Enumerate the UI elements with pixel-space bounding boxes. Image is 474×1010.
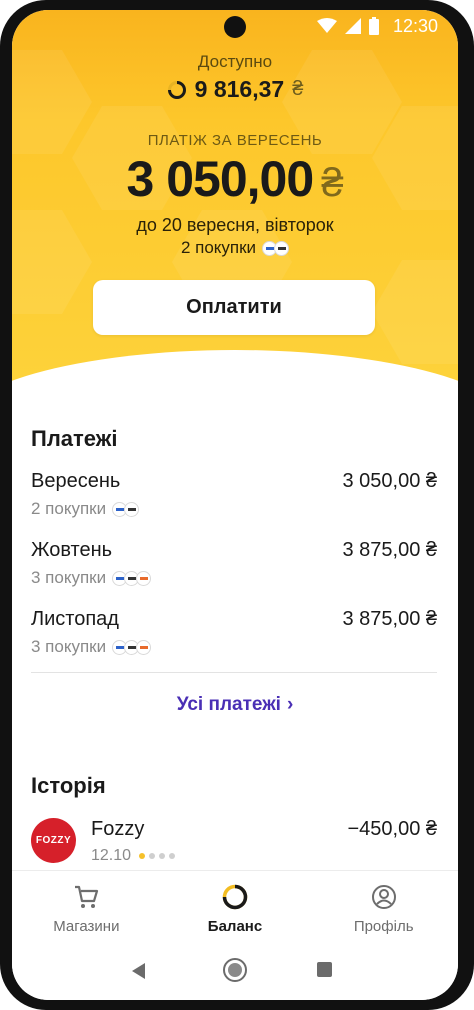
nav-label: Магазини	[53, 918, 120, 935]
payment-month: Жовтень	[31, 539, 113, 561]
pay-button[interactable]: Оплатити	[93, 280, 375, 335]
header-curve	[12, 350, 458, 382]
camera-cutout	[224, 16, 246, 38]
hexagon-pattern	[372, 260, 458, 364]
payment-label: ПЛАТІЖ ЗА ВЕРЕСЕНЬ	[147, 132, 323, 149]
nav-label: Баланс	[207, 918, 263, 935]
history-date: 12.10	[91, 847, 132, 864]
payment-sum: 3 050,00 ₴	[342, 470, 437, 492]
payment-purchases-count: 2 покупки	[180, 238, 257, 257]
merchant-icons	[112, 570, 152, 586]
balance-ring-icon	[167, 80, 186, 99]
payment-sub: 3 покупки	[31, 637, 152, 657]
battery-icon	[368, 17, 379, 35]
payment-amount: 3 050,00	[126, 151, 315, 207]
installment-progress	[139, 853, 176, 859]
home-icon[interactable]	[223, 958, 247, 982]
merchant-icons	[262, 240, 290, 256]
history-merchant-name[interactable]: Fozzy	[91, 818, 144, 841]
payment-purchases: 2 покупки	[12, 238, 458, 258]
all-payments-label: Усі платежі	[176, 694, 281, 715]
fozzy-logo: FOZZY	[31, 818, 76, 863]
payment-purchases-count: 3 покупки	[31, 637, 107, 656]
payment-purchases-count: 2 покупки	[31, 499, 107, 518]
balance-ring-icon	[221, 883, 249, 911]
payment-row-november[interactable]: Листопад 3 875,00 ₴ 3 покупки	[31, 608, 437, 662]
store-logo-icon	[274, 240, 290, 256]
divider	[31, 672, 437, 673]
bottom-nav: Магазини Баланс Профіль	[12, 870, 458, 942]
progress-dot-paid	[139, 853, 146, 859]
nav-label: Профіль	[353, 918, 414, 935]
device-frame: 12:30 Доступно 9 816,37 ₴ ПЛАТІЖ ЗА ВЕРЕ…	[0, 0, 474, 1010]
payment-sub: 2 покупки	[31, 499, 140, 519]
app-screen: 12:30 Доступно 9 816,37 ₴ ПЛАТІЖ ЗА ВЕРЕ…	[12, 10, 458, 1000]
shop-logo-icon	[136, 639, 152, 655]
payment-currency: ₴	[321, 161, 344, 205]
payment-purchases-count: 3 покупки	[31, 568, 107, 587]
history-title: Історія	[31, 773, 106, 798]
payment-amount-row: 3 050,00 ₴	[12, 150, 458, 208]
profile-icon	[370, 883, 398, 911]
signal-icon	[344, 18, 361, 34]
status-icons: 12:30	[316, 15, 438, 37]
cart-icon	[72, 883, 100, 911]
available-value: 9 816,37	[194, 76, 285, 102]
chevron-right-icon: ›	[286, 694, 294, 715]
history-amount: −450,00 ₴	[347, 818, 437, 840]
payment-sub: 3 покупки	[31, 568, 152, 588]
all-payments-link[interactable]: Усі платежі ›	[12, 694, 458, 716]
payments-title: Платежі	[31, 426, 118, 451]
system-navigation-bar	[12, 942, 458, 1000]
balance-header: 12:30 Доступно 9 816,37 ₴ ПЛАТІЖ ЗА ВЕРЕ…	[12, 10, 458, 382]
nav-item-profile[interactable]: Профіль	[309, 871, 458, 942]
progress-dot	[169, 853, 176, 859]
back-icon[interactable]	[132, 963, 145, 979]
progress-dot	[159, 853, 166, 859]
available-currency: ₴	[292, 78, 304, 100]
merchant-icons	[112, 639, 152, 655]
payment-due-date: до 20 вересня, вівторок	[136, 215, 334, 235]
history-date-row: 12.10	[91, 847, 176, 865]
payment-sum: 3 875,00 ₴	[342, 539, 437, 561]
progress-dot	[149, 853, 156, 859]
available-balance: 9 816,37 ₴	[12, 76, 458, 103]
nav-item-balance[interactable]: Баланс	[161, 871, 310, 942]
store-logo-icon	[124, 501, 140, 517]
available-label: Доступно	[197, 52, 273, 71]
payment-month: Вересень	[31, 470, 121, 492]
status-time: 12:30	[392, 15, 438, 36]
nav-item-shops[interactable]: Магазини	[12, 871, 161, 942]
merchant-icons	[112, 501, 140, 517]
payment-month: Листопад	[31, 608, 119, 630]
payment-sum: 3 875,00 ₴	[342, 608, 437, 630]
recent-apps-icon[interactable]	[317, 962, 332, 977]
wifi-icon	[316, 18, 337, 33]
payment-row-september[interactable]: Вересень 3 050,00 ₴ 2 покупки	[31, 470, 437, 524]
payment-row-october[interactable]: Жовтень 3 875,00 ₴ 3 покупки	[31, 539, 437, 593]
shop-logo-icon	[136, 570, 152, 586]
status-bar: 12:30	[12, 10, 458, 42]
